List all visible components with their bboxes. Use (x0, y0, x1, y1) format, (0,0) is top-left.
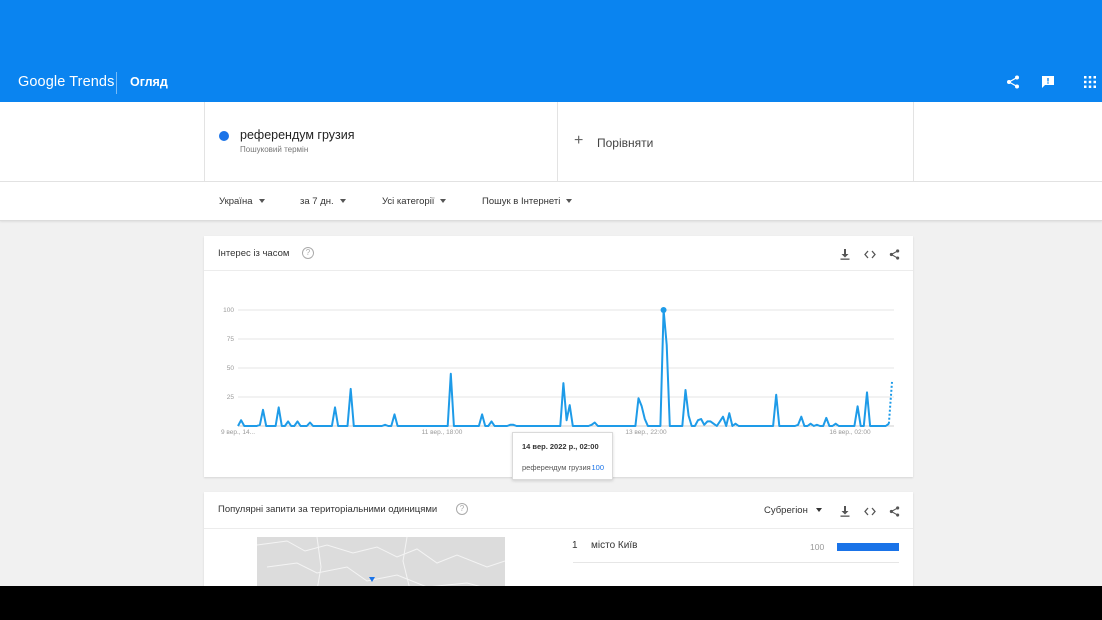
tooltip-term: референдум грузия (522, 463, 591, 472)
header-divider (116, 72, 117, 94)
x-tick-label: 13 вер., 22:00 (625, 429, 667, 436)
tooltip-value: 100 (591, 463, 604, 472)
chevron-down-icon (339, 199, 346, 204)
compare-button[interactable]: + Порівняти (558, 102, 914, 182)
filter-time-label: за 7 дн. (300, 196, 334, 207)
google-trends-logo[interactable]: Google Trends (18, 74, 114, 90)
page-title[interactable]: Огляд (130, 75, 168, 89)
filter-time[interactable]: за 7 дн. (300, 196, 346, 207)
x-tick-label: 16 вер., 02:00 (829, 429, 871, 436)
help-icon[interactable]: ? (302, 247, 314, 259)
download-icon[interactable] (838, 247, 852, 261)
filter-region-label: Україна (219, 196, 253, 207)
compare-label: Порівняти (597, 136, 654, 150)
search-term-strip: референдум грузия Пошуковий термін + Пор… (0, 102, 1102, 182)
chevron-down-icon (440, 199, 447, 204)
resolution-dropdown[interactable]: Субрегіон (764, 505, 822, 516)
filter-bar: Україна за 7 дн. Усі категорії Пошук в І… (0, 182, 1102, 221)
term-color-dot (219, 131, 229, 141)
row-divider (573, 562, 899, 563)
region-value-bar (837, 543, 899, 551)
x-tick-label: 9 вер., 14... (221, 429, 255, 436)
filter-region[interactable]: Україна (219, 196, 265, 207)
filter-search-type[interactable]: Пошук в Інтернеті (482, 196, 573, 207)
chart-series (237, 307, 893, 427)
x-tick-label: 11 вер., 18:00 (422, 429, 463, 436)
filter-category-label: Усі категорії (382, 196, 435, 207)
share-icon[interactable] (887, 504, 901, 518)
card-title: Популярні запити за територіальними один… (218, 504, 438, 515)
download-icon[interactable] (838, 504, 852, 518)
page: Google Trends Огляд референдум грузия По… (0, 0, 1102, 620)
share-icon[interactable] (1003, 72, 1023, 92)
embed-icon[interactable] (863, 247, 877, 261)
card-divider (204, 528, 913, 529)
main-content: референдум грузия Пошуковий термін + Пор… (0, 102, 1102, 602)
interest-over-time-card: Інтерес із часом ? 100 75 50 25 9 вер., 14.… (204, 236, 913, 480)
filter-category[interactable]: Усі категорії (382, 196, 447, 207)
search-term-text[interactable]: референдум грузия (240, 128, 355, 142)
y-tick-label: 25 (227, 394, 235, 401)
app-header: Google Trends Огляд (0, 0, 1102, 102)
chevron-down-icon (815, 508, 822, 513)
region-name[interactable]: місто Київ (591, 540, 637, 551)
embed-icon[interactable] (863, 504, 877, 518)
share-icon[interactable] (887, 247, 901, 261)
search-term-type: Пошуковий термін (240, 145, 309, 154)
y-tick-label: 100 (223, 307, 234, 314)
plus-icon: + (574, 132, 584, 149)
peak-point[interactable] (660, 307, 667, 313)
card-title: Інтерес із часом (218, 248, 290, 259)
tooltip-date: 14 вер. 2022 р., 02:00 (522, 442, 599, 451)
chart-tooltip: 14 вер. 2022 р., 02:00 референдум грузия… (512, 432, 613, 480)
y-tick-label: 75 (227, 336, 235, 343)
search-term-box[interactable]: референдум грузия Пошуковий термін (204, 102, 558, 182)
resolution-label: Субрегіон (764, 505, 808, 516)
region-rank: 1 (572, 540, 578, 551)
chevron-down-icon (566, 199, 573, 204)
filter-search-type-label: Пошук в Інтернеті (482, 196, 561, 207)
region-value: 100 (810, 542, 825, 552)
feedback-icon[interactable] (1038, 72, 1058, 92)
chevron-down-icon (258, 199, 265, 204)
y-axis-ticks: 100 75 50 25 (223, 307, 234, 401)
logo-google: Google (18, 74, 66, 90)
y-tick-label: 50 (227, 365, 235, 372)
partial-data-line (887, 381, 893, 424)
apps-icon[interactable] (1080, 72, 1100, 92)
logo-trends: Trends (69, 74, 115, 90)
bottom-black-bar (0, 586, 1102, 620)
help-icon[interactable]: ? (456, 503, 468, 515)
